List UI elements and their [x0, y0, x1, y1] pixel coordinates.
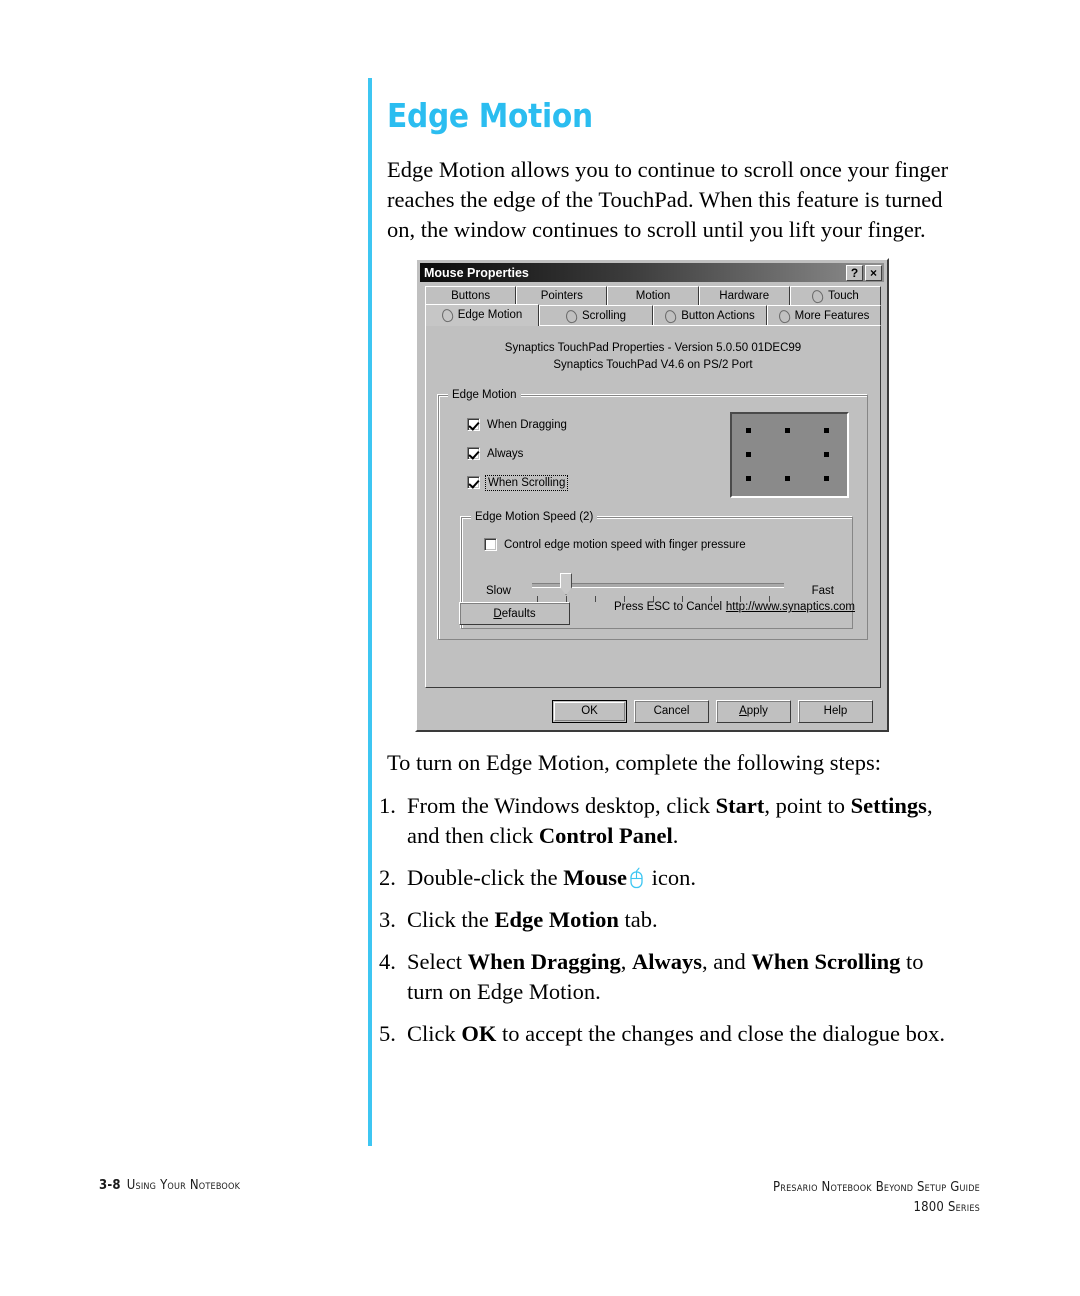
footer-right: Presario Notebook Beyond Setup Guide 180… [773, 1178, 980, 1218]
steps-lead-in: To turn on Edge Motion, complete the fol… [387, 750, 881, 775]
defaults-button-label: efaults [501, 607, 536, 620]
button-label: Cancel [653, 705, 690, 717]
checkbox-when-scrolling[interactable]: When Scrolling [467, 474, 569, 491]
footer-guide-title: Presario Notebook Beyond Setup Guide [773, 1180, 980, 1195]
version-line-1: Synaptics TouchPad Properties - Version … [504, 342, 802, 354]
step-item: 3. Click the Edge Motion tab. [379, 905, 959, 935]
edge-motion-group-title: Edge Motion [448, 389, 521, 401]
slider-thumb[interactable] [560, 573, 573, 595]
step-item: 1. From the Windows desktop, click Start,… [379, 791, 959, 851]
help-icon[interactable]: ? [846, 264, 863, 281]
footer-left: 3-8 Using Your Notebook [99, 1178, 240, 1193]
tab-label: Pointers [540, 290, 583, 302]
step-text: Double-click the Mouse icon. [407, 865, 696, 890]
tab-more-features[interactable]: More Features [767, 305, 881, 326]
tab-page-edge-motion: Synaptics TouchPad Properties - Version … [425, 325, 881, 688]
mouse-properties-screenshot: Mouse Properties ? × Buttons Pointers Moti… [415, 258, 889, 732]
slider-max-label: Fast [811, 585, 834, 597]
finger-icon [564, 308, 579, 324]
step-text: From the Windows desktop, click Start, p… [407, 793, 933, 848]
finger-icon [777, 308, 792, 324]
page-accent-rule [368, 78, 372, 1146]
button-label: Apply [739, 705, 768, 717]
checkbox-label-always: Always [487, 447, 524, 460]
defaults-button[interactable]: Defaults [459, 602, 570, 625]
tab-hardware[interactable]: Hardware [698, 286, 790, 306]
step-number: 3. [379, 907, 396, 932]
mouse-icon [629, 867, 644, 889]
footer-section: Using Your Notebook [126, 1178, 241, 1193]
slider-min-label: Slow [486, 585, 511, 597]
step-number: 4. [379, 949, 396, 974]
tab-motion[interactable]: Motion [607, 286, 699, 306]
tab-label: More Features [794, 310, 870, 322]
esc-note: Press ESC to Cancel [614, 601, 723, 613]
steps-list: 1. From the Windows desktop, click Start,… [379, 791, 959, 1061]
speed-group-title: Edge Motion Speed (2) [471, 511, 598, 523]
footer-page-number: 3-8 [99, 1178, 121, 1193]
button-label: Help [823, 705, 848, 717]
intro-paragraph: Edge Motion allows you to continue to sc… [387, 157, 949, 242]
checkbox-always[interactable]: Always [467, 447, 523, 460]
cancel-button[interactable]: Cancel [634, 699, 709, 723]
tab-edge-motion[interactable]: Edge Motion [425, 304, 539, 326]
tab-label: Buttons [451, 290, 491, 302]
help-button[interactable]: Help [798, 699, 873, 723]
step-item: 5. Click OK to accept the changes and clo… [379, 1019, 959, 1049]
checkbox-finger-pressure[interactable]: Control edge motion speed with finger pr… [484, 538, 746, 551]
tab-scrolling[interactable]: Scrolling [539, 305, 653, 326]
tab-label: Touch [828, 290, 859, 302]
ok-button[interactable]: OK [552, 699, 627, 723]
dialog-titlebar: Mouse Properties ? × [420, 263, 884, 282]
footer-series: 1800 Series [913, 1200, 980, 1215]
step-number: 2. [379, 865, 396, 890]
step-number: 1. [379, 793, 396, 818]
finger-icon [810, 288, 825, 304]
version-line-2: Synaptics TouchPad V4.6 on PS/2 Port [553, 359, 753, 371]
tab-label: Button Actions [681, 310, 755, 322]
close-icon[interactable]: × [865, 264, 882, 281]
tab-label: Motion [635, 290, 671, 302]
button-label: OK [581, 705, 598, 717]
tab-row-secondary: Edge Motion Scrolling Button Actions More F… [425, 304, 881, 326]
tab-buttons[interactable]: Buttons [425, 286, 517, 306]
apply-button[interactable]: Apply [716, 699, 791, 723]
edge-motion-groupbox: Edge Motion When Dragging Always When Sc… [438, 389, 868, 640]
step-item: 2. Double-click the Mouse icon. [379, 863, 959, 893]
tab-label: Hardware [719, 290, 770, 302]
tab-label: Edge Motion [457, 309, 523, 321]
checkbox-label-when-dragging: When Dragging [487, 418, 567, 431]
step-item: 4. Select When Dragging, Always, and When… [379, 947, 959, 1007]
step-text: Click OK to accept the changes and close… [407, 1021, 945, 1046]
step-number: 5. [379, 1021, 396, 1046]
finger-icon [440, 307, 455, 323]
slider-tick [595, 596, 596, 602]
tab-button-actions[interactable]: Button Actions [653, 305, 767, 326]
page-title: Edge Motion [387, 96, 593, 135]
checkbox-box-finger-pressure[interactable] [484, 538, 497, 551]
dialog-title: Mouse Properties [424, 265, 529, 280]
synaptics-link[interactable]: http://www.synaptics.com [726, 601, 855, 613]
tab-touch[interactable]: Touch [789, 286, 882, 306]
checkbox-when-dragging[interactable]: When Dragging [467, 418, 567, 431]
tab-label: Scrolling [581, 310, 627, 322]
step-text: Click the Edge Motion tab. [407, 907, 658, 932]
tab-pointers[interactable]: Pointers [516, 286, 608, 306]
checkbox-box-when-scrolling[interactable] [467, 476, 480, 489]
checkbox-label-finger-pressure: Control edge motion speed with finger pr… [504, 538, 746, 551]
mouse-properties-dialog: Mouse Properties ? × Buttons Pointers Moti… [415, 258, 889, 732]
finger-icon [663, 308, 678, 324]
checkbox-box-always[interactable] [467, 447, 480, 460]
dialog-button-bar: OK Cancel Apply Help [417, 698, 887, 724]
checkbox-label-when-scrolling: When Scrolling [484, 474, 569, 491]
step-text: Select When Dragging, Always, and When S… [407, 949, 924, 1004]
tab-row-primary: Buttons Pointers Motion Hardware Touch [425, 286, 882, 306]
checkbox-box-when-dragging[interactable] [467, 418, 480, 431]
touchpad-preview [730, 412, 849, 498]
